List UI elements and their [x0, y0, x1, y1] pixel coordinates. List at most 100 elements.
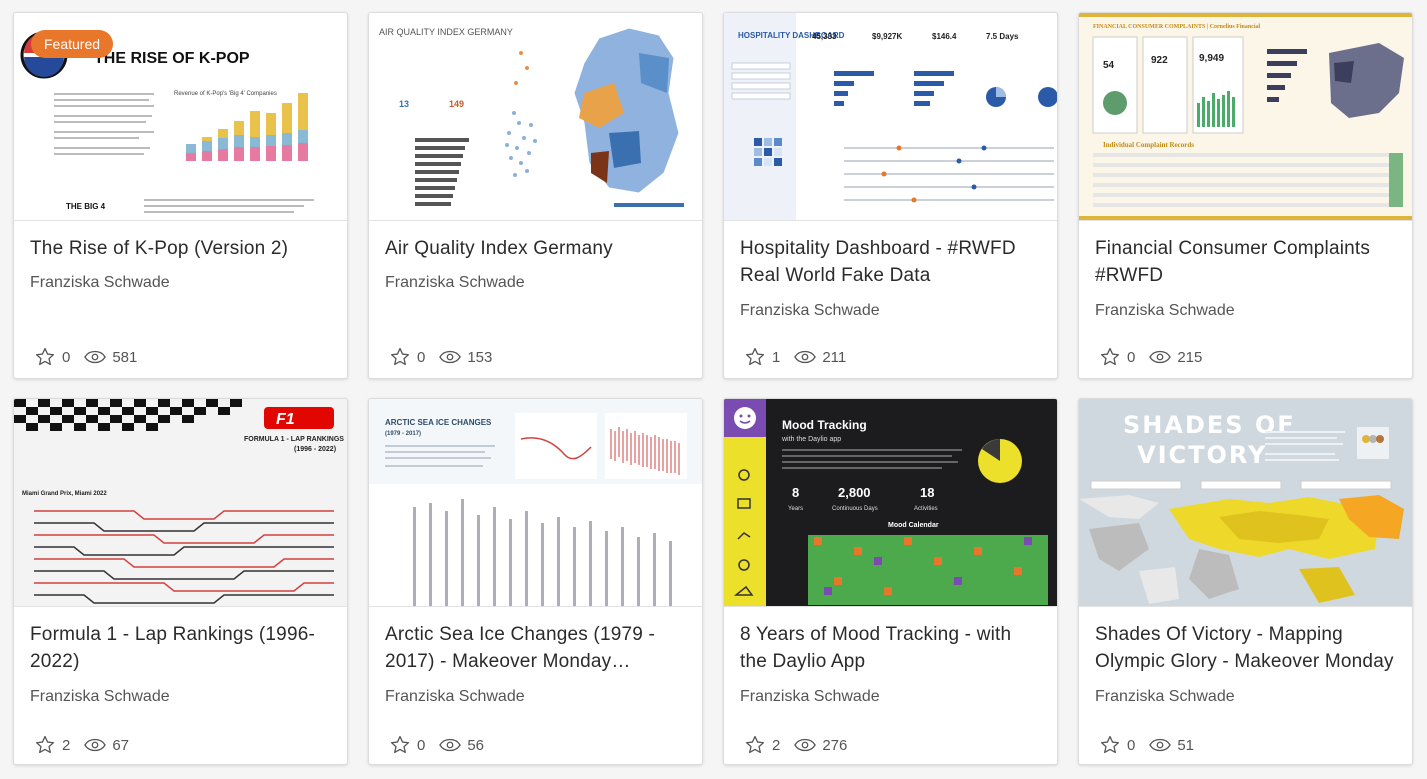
eye-icon	[1149, 738, 1172, 752]
svg-text:SHADES OF: SHADES OF	[1123, 411, 1296, 439]
viz-stats: 1 211	[744, 346, 860, 368]
viz-card[interactable]: FINANCIAL CONSUMER COMPLAINTS | Corneliu…	[1078, 12, 1413, 379]
viz-thumbnail[interactable]: Mood Tracking with the Daylio app 8 Year…	[724, 399, 1057, 607]
star-outline-icon[interactable]	[34, 346, 56, 368]
svg-text:(1996 - 2022): (1996 - 2022)	[294, 446, 336, 453]
viz-thumbnail[interactable]: SHADES OF VICTORY	[1079, 399, 1412, 607]
favorites-count: 0	[62, 348, 71, 366]
viz-thumbnail[interactable]: ARCTIC SEA ICE CHANGES (1979 - 2017)	[369, 399, 702, 607]
svg-text:13: 13	[399, 99, 409, 109]
viz-thumbnail[interactable]: AIR QUALITY INDEX GERMANY 13 149	[369, 13, 702, 221]
viz-card[interactable]: THE RISE OF K-POP Revenue of K-Pop's 'Bi…	[13, 12, 348, 379]
star-outline-icon[interactable]	[744, 734, 766, 756]
eye-icon	[794, 738, 817, 752]
viz-stats: 2 67	[34, 734, 143, 756]
svg-text:with the Daylio app: with the Daylio app	[781, 436, 841, 443]
star-outline-icon[interactable]	[1099, 346, 1121, 368]
viz-stats: 0 581	[34, 346, 151, 368]
svg-text:922: 922	[1151, 55, 1168, 66]
favorites-count: 0	[417, 736, 426, 754]
author-name[interactable]: Franziska Schwade	[1095, 688, 1235, 706]
star-outline-icon[interactable]	[34, 734, 56, 756]
svg-text:7.5 Days: 7.5 Days	[986, 32, 1019, 41]
svg-text:THE BIG 4: THE BIG 4	[66, 202, 106, 211]
author-name[interactable]: Franziska Schwade	[385, 688, 525, 706]
svg-text:2,800: 2,800	[838, 485, 871, 500]
viz-title[interactable]: Arctic Sea Ice Changes (1979 - 2017) - M…	[385, 621, 685, 675]
svg-text:Miami Grand Prix, Miami 2022: Miami Grand Prix, Miami 2022	[22, 491, 107, 497]
favorites-count: 2	[62, 736, 71, 754]
viz-stats: 0 215	[1099, 346, 1216, 368]
viz-gallery-grid: THE RISE OF K-POP Revenue of K-Pop's 'Bi…	[0, 0, 1427, 779]
viz-title[interactable]: The Rise of K-Pop (Version 2)	[30, 235, 330, 262]
viz-thumbnail[interactable]: FINANCIAL CONSUMER COMPLAINTS | Corneliu…	[1079, 13, 1412, 221]
viz-thumbnail[interactable]: HOSPITALITY DASHBOARD 45,333 $9,927K $14…	[724, 13, 1057, 221]
svg-text:Mood Tracking: Mood Tracking	[782, 418, 867, 432]
author-name[interactable]: Franziska Schwade	[740, 688, 880, 706]
favorites-count: 0	[1127, 348, 1136, 366]
svg-text:$146.4: $146.4	[932, 32, 957, 41]
views-count: 51	[1177, 736, 1195, 754]
featured-badge: Featured	[31, 30, 114, 58]
svg-text:149: 149	[449, 99, 464, 109]
viz-thumbnail[interactable]: F1 FORMULA 1 - LAP RANKINGS (1996 - 2022…	[14, 399, 347, 607]
svg-text:$9,927K: $9,927K	[872, 32, 902, 41]
viz-title[interactable]: Air Quality Index Germany	[385, 235, 685, 262]
viz-card[interactable]: F1 FORMULA 1 - LAP RANKINGS (1996 - 2022…	[13, 398, 348, 765]
eye-icon	[84, 738, 107, 752]
views-count: 56	[467, 736, 485, 754]
svg-text:Mood Calendar: Mood Calendar	[888, 522, 939, 529]
svg-text:ARCTIC SEA ICE CHANGES: ARCTIC SEA ICE CHANGES	[385, 418, 492, 427]
svg-text:54: 54	[1103, 60, 1115, 71]
author-name[interactable]: Franziska Schwade	[740, 302, 880, 320]
viz-card[interactable]: AIR QUALITY INDEX GERMANY 13 149 Air Qua…	[368, 12, 703, 379]
viz-title[interactable]: 8 Years of Mood Tracking - with the Dayl…	[740, 621, 1040, 675]
author-name[interactable]: Franziska Schwade	[1095, 302, 1235, 320]
viz-stats: 0 56	[389, 734, 498, 756]
author-name[interactable]: Franziska Schwade	[30, 688, 170, 706]
svg-text:45,333: 45,333	[812, 32, 837, 41]
svg-text:VICTORY: VICTORY	[1137, 441, 1267, 469]
eye-icon	[794, 350, 817, 364]
views-count: 215	[1177, 348, 1203, 366]
svg-text:Revenue of K-Pop's 'Big 4' Com: Revenue of K-Pop's 'Big 4' Companies	[174, 91, 277, 97]
views-count: 581	[112, 348, 138, 366]
favorites-count: 0	[1127, 736, 1136, 754]
viz-card[interactable]: Mood Tracking with the Daylio app 8 Year…	[723, 398, 1058, 765]
star-outline-icon[interactable]	[744, 346, 766, 368]
eye-icon	[439, 738, 462, 752]
viz-card[interactable]: ARCTIC SEA ICE CHANGES (1979 - 2017) Arc…	[368, 398, 703, 765]
star-outline-icon[interactable]	[1099, 734, 1121, 756]
viz-card[interactable]: HOSPITALITY DASHBOARD 45,333 $9,927K $14…	[723, 12, 1058, 379]
svg-text:AIR QUALITY INDEX GERMANY: AIR QUALITY INDEX GERMANY	[379, 27, 513, 37]
eye-icon	[1149, 350, 1172, 364]
favorites-count: 0	[417, 348, 426, 366]
viz-title[interactable]: Formula 1 - Lap Rankings (1996-2022)	[30, 621, 330, 675]
viz-stats: 0 153	[389, 346, 506, 368]
favorites-count: 1	[772, 348, 781, 366]
views-count: 153	[467, 348, 493, 366]
svg-text:(1979 - 2017): (1979 - 2017)	[385, 431, 421, 437]
views-count: 276	[822, 736, 848, 754]
viz-title[interactable]: Shades Of Victory - Mapping Olympic Glor…	[1095, 621, 1395, 675]
viz-title[interactable]: Financial Consumer Complaints #RWFD	[1095, 235, 1395, 289]
svg-text:Continuous Days: Continuous Days	[832, 506, 878, 512]
views-count: 211	[822, 348, 847, 366]
author-name[interactable]: Franziska Schwade	[385, 274, 525, 292]
viz-title[interactable]: Hospitality Dashboard - #RWFD Real World…	[740, 235, 1040, 289]
svg-text:8: 8	[792, 485, 799, 500]
viz-stats: 0 51	[1099, 734, 1208, 756]
star-outline-icon[interactable]	[389, 734, 411, 756]
viz-stats: 2 276	[744, 734, 861, 756]
svg-text:Individual Complaint Records: Individual Complaint Records	[1103, 141, 1194, 149]
thumb-title: THE RISE OF K-POP	[94, 50, 250, 67]
eye-icon	[439, 350, 462, 364]
views-count: 67	[112, 736, 130, 754]
svg-text:18: 18	[920, 485, 934, 500]
svg-text:FINANCIAL CONSUMER COMPLAINTS: FINANCIAL CONSUMER COMPLAINTS | Corneliu…	[1093, 24, 1261, 30]
star-outline-icon[interactable]	[389, 346, 411, 368]
viz-card[interactable]: SHADES OF VICTORY Shades Of Victory - Ma…	[1078, 398, 1413, 765]
author-name[interactable]: Franziska Schwade	[30, 274, 170, 292]
eye-icon	[84, 350, 107, 364]
svg-text:9,949: 9,949	[1199, 53, 1224, 64]
